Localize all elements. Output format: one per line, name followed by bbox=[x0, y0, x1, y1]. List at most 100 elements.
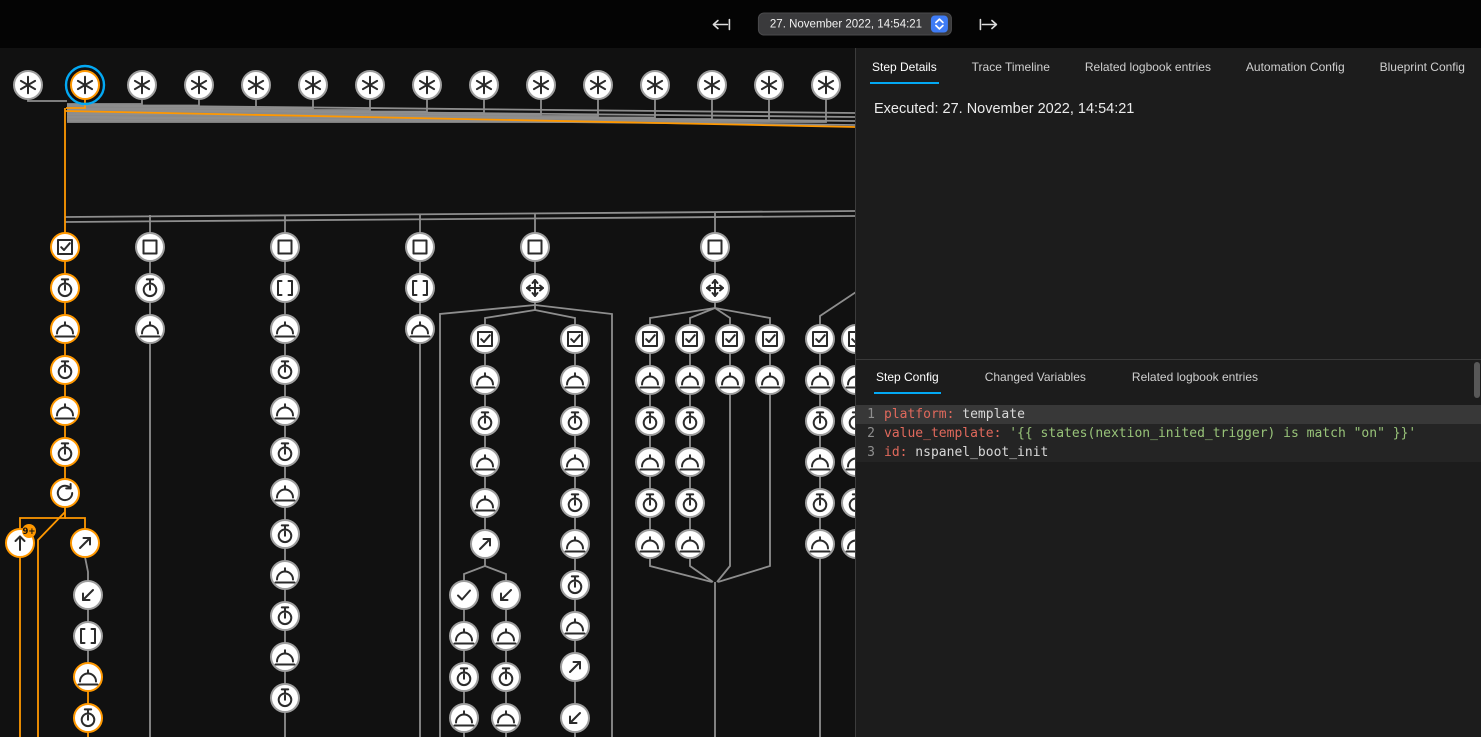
trace-node-asterisk[interactable] bbox=[299, 71, 327, 99]
trace-node-square[interactable] bbox=[521, 233, 549, 261]
trace-node-dome[interactable] bbox=[561, 366, 589, 394]
trace-node-timer[interactable] bbox=[636, 489, 664, 517]
trace-node-checkbox[interactable] bbox=[842, 325, 855, 353]
trace-node-dome[interactable] bbox=[636, 366, 664, 394]
trace-node-checkbox[interactable] bbox=[756, 325, 784, 353]
tab-step-details[interactable]: Step Details bbox=[870, 50, 939, 84]
trace-node-timer[interactable] bbox=[806, 407, 834, 435]
trace-node-asterisk[interactable] bbox=[755, 71, 783, 99]
trace-node-square[interactable] bbox=[406, 233, 434, 261]
trace-node-asterisk[interactable] bbox=[242, 71, 270, 99]
trace-node-dome[interactable] bbox=[450, 622, 478, 650]
trace-node-dome[interactable] bbox=[842, 448, 855, 476]
trace-node-dome[interactable] bbox=[271, 561, 299, 589]
trace-node-timer[interactable] bbox=[271, 602, 299, 630]
next-run-icon[interactable] bbox=[976, 16, 1000, 32]
trace-node-timer[interactable] bbox=[74, 704, 102, 732]
trace-node-checkbox[interactable] bbox=[636, 325, 664, 353]
trace-node-asterisk[interactable] bbox=[66, 66, 104, 104]
trace-node-dome[interactable] bbox=[471, 489, 499, 517]
trace-node-timer[interactable] bbox=[561, 571, 589, 599]
trace-node-dome[interactable] bbox=[74, 663, 102, 691]
trace-node-timer[interactable] bbox=[471, 407, 499, 435]
tab-trace-timeline[interactable]: Trace Timeline bbox=[970, 50, 1052, 84]
trace-node-timer[interactable] bbox=[271, 356, 299, 384]
trace-node-dome[interactable] bbox=[471, 448, 499, 476]
trace-node-timer[interactable] bbox=[271, 520, 299, 548]
trace-node-square[interactable] bbox=[271, 233, 299, 261]
trace-node-dome[interactable] bbox=[636, 530, 664, 558]
trace-node-dome[interactable] bbox=[406, 315, 434, 343]
trace-node-repeat[interactable] bbox=[51, 479, 79, 507]
trace-node-dome[interactable] bbox=[51, 397, 79, 425]
trace-node-timer[interactable] bbox=[636, 407, 664, 435]
trace-node-timer[interactable] bbox=[450, 663, 478, 691]
trace-node-timer[interactable] bbox=[271, 438, 299, 466]
tab-step-config[interactable]: Step Config bbox=[874, 360, 941, 394]
trace-node-checkbox[interactable] bbox=[806, 325, 834, 353]
trace-node-dome[interactable] bbox=[51, 315, 79, 343]
tab-changed-variables[interactable]: Changed Variables bbox=[983, 360, 1088, 394]
trace-node-checkbox[interactable] bbox=[561, 325, 589, 353]
trace-node-dome[interactable] bbox=[561, 448, 589, 476]
trace-node-dome[interactable] bbox=[716, 366, 744, 394]
trace-node-arrow-ne[interactable] bbox=[471, 530, 499, 558]
trace-node-arrow-sw[interactable] bbox=[561, 704, 589, 732]
trace-node-timer[interactable] bbox=[51, 438, 79, 466]
trace-node-dome[interactable] bbox=[136, 315, 164, 343]
trace-node-dome[interactable] bbox=[842, 530, 855, 558]
trace-node-brackets[interactable] bbox=[271, 274, 299, 302]
trace-node-checkbox[interactable] bbox=[716, 325, 744, 353]
run-select[interactable]: 27. November 2022, 14:54:21 bbox=[758, 13, 952, 36]
trace-node-check[interactable] bbox=[450, 581, 478, 609]
trace-node-asterisk[interactable] bbox=[470, 71, 498, 99]
trace-node-split[interactable] bbox=[521, 274, 549, 302]
tab-related-logbook-entries[interactable]: Related logbook entries bbox=[1083, 50, 1213, 84]
trace-node-dome[interactable] bbox=[271, 315, 299, 343]
tab-blueprint-config[interactable]: Blueprint Config bbox=[1378, 50, 1467, 84]
trace-node-asterisk[interactable] bbox=[698, 71, 726, 99]
trace-node-timer[interactable] bbox=[842, 489, 855, 517]
trace-node-arrow-sw[interactable] bbox=[74, 581, 102, 609]
trace-node-dome[interactable] bbox=[636, 448, 664, 476]
trace-node-dome[interactable] bbox=[561, 530, 589, 558]
trace-node-checkbox[interactable] bbox=[471, 325, 499, 353]
trace-node-asterisk[interactable] bbox=[641, 71, 669, 99]
trace-node-asterisk[interactable] bbox=[584, 71, 612, 99]
trace-node-square[interactable] bbox=[701, 233, 729, 261]
trace-node-asterisk[interactable] bbox=[185, 71, 213, 99]
trace-node-dome[interactable] bbox=[806, 530, 834, 558]
trace-node-dome[interactable] bbox=[676, 366, 704, 394]
trace-node-dome[interactable] bbox=[492, 622, 520, 650]
trace-node-arrow-up[interactable]: 9+ bbox=[6, 524, 36, 557]
trace-node-arrow-ne[interactable] bbox=[71, 529, 99, 557]
trace-node-asterisk[interactable] bbox=[527, 71, 555, 99]
trace-node-dome[interactable] bbox=[492, 704, 520, 732]
trace-node-timer[interactable] bbox=[676, 407, 704, 435]
trace-node-timer[interactable] bbox=[842, 407, 855, 435]
trace-node-dome[interactable] bbox=[842, 366, 855, 394]
trace-node-dome[interactable] bbox=[271, 643, 299, 671]
scrollbar-thumb[interactable] bbox=[1474, 362, 1480, 398]
trace-node-checkbox[interactable] bbox=[51, 233, 79, 261]
trace-node-dome[interactable] bbox=[806, 366, 834, 394]
trace-node-timer[interactable] bbox=[561, 407, 589, 435]
trace-node-split[interactable] bbox=[701, 274, 729, 302]
trace-node-dome[interactable] bbox=[561, 612, 589, 640]
trace-node-dome[interactable] bbox=[756, 366, 784, 394]
trace-node-asterisk[interactable] bbox=[413, 71, 441, 99]
trace-node-timer[interactable] bbox=[51, 274, 79, 302]
trace-node-asterisk[interactable] bbox=[812, 71, 840, 99]
trace-node-dome[interactable] bbox=[271, 479, 299, 507]
trace-node-arrow-ne[interactable] bbox=[561, 653, 589, 681]
trace-node-timer[interactable] bbox=[271, 684, 299, 712]
trace-node-timer[interactable] bbox=[806, 489, 834, 517]
trace-node-dome[interactable] bbox=[676, 530, 704, 558]
trace-node-square[interactable] bbox=[136, 233, 164, 261]
trace-node-checkbox[interactable] bbox=[676, 325, 704, 353]
trace-node-brackets[interactable] bbox=[406, 274, 434, 302]
trace-node-timer[interactable] bbox=[676, 489, 704, 517]
previous-run-icon[interactable] bbox=[710, 16, 734, 32]
trace-node-asterisk[interactable] bbox=[128, 71, 156, 99]
trace-node-dome[interactable] bbox=[450, 704, 478, 732]
